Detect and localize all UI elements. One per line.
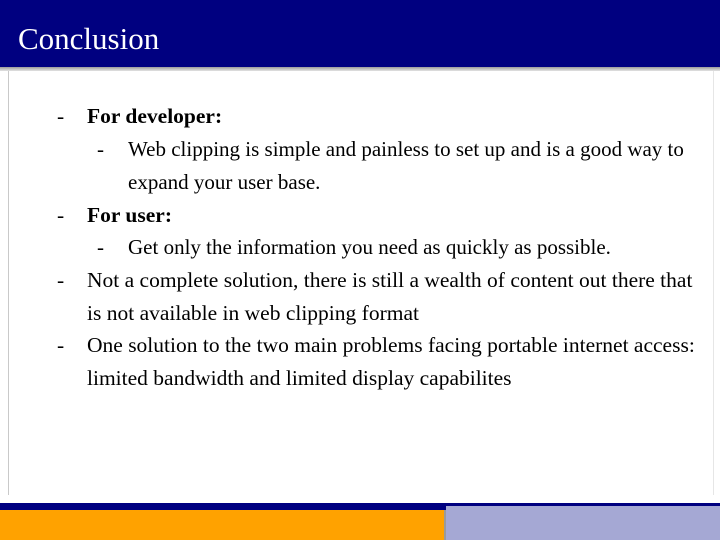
bullet-item-level-1: - For user: — [53, 199, 703, 232]
bullet-marker-icon: - — [57, 104, 65, 128]
bullet-item-level-1: - For developer: — [53, 100, 703, 133]
bullet-text: Get only the information you need as qui… — [128, 235, 611, 259]
bullet-text: Not a complete solution, there is still … — [87, 268, 693, 325]
slide-title: Conclusion — [18, 21, 160, 56]
presentation-slide: Conclusion - For developer: - Web clipping … — [0, 0, 720, 540]
bullet-marker-icon: - — [97, 136, 104, 161]
bullet-item-level-2: - Get only the information you need as qu… — [53, 231, 703, 264]
bullet-text: For user: — [87, 202, 172, 227]
slide-content-area: - For developer: - Web clipping is simple a… — [8, 71, 714, 495]
footer-lavender-accent-bar — [446, 506, 720, 540]
bullet-text: For developer: — [87, 104, 223, 128]
bullet-marker-icon: - — [57, 202, 65, 227]
bullet-list: - For developer: - Web clipping is simple a… — [53, 100, 703, 394]
bullet-text: One solution to the two main problems fa… — [87, 333, 695, 390]
slide-title-bar: Conclusion — [0, 0, 720, 67]
bullet-item-level-2: - Web clipping is simple and painless to … — [53, 133, 703, 199]
bullet-marker-icon: - — [97, 235, 104, 259]
bullet-item-level-1: - One solution to the two main problems f… — [53, 329, 703, 394]
bullet-marker-icon: - — [57, 268, 65, 292]
bullet-text: Web clipping is simple and painless to s… — [128, 136, 684, 194]
footer-orange-accent-bar — [0, 510, 444, 540]
bullet-marker-icon: - — [57, 333, 65, 357]
bullet-item-level-1: - Not a complete solution, there is still… — [53, 264, 703, 329]
